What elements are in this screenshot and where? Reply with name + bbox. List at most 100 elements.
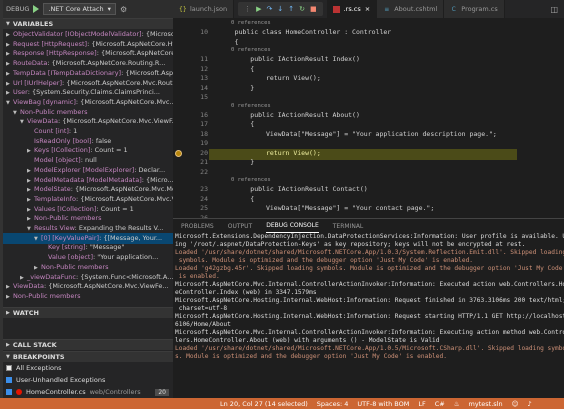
variable-name: ViewData (27, 117, 58, 126)
console-line: Microsoft.AspNetCore.Mvc.Internal.Contro… (175, 281, 564, 288)
call-stack-title: CALL STACK (12, 341, 57, 349)
line-number: 17 (200, 120, 208, 128)
tab-problems[interactable]: PROBLEMS (181, 219, 214, 233)
console-line: 6106/Home/About (175, 321, 231, 328)
line-number-badge: 20 (155, 388, 169, 396)
tab-program-cs[interactable]: C Program.cs (444, 0, 505, 18)
checkbox[interactable] (6, 365, 12, 371)
encoding[interactable]: UTF-8 with BOM (357, 400, 409, 408)
variable-name: Non-Public members (13, 291, 81, 300)
variable-name: ViewData (13, 282, 44, 291)
line-number: 25 (200, 204, 208, 212)
launch-config-select[interactable]: .NET Core Attach ▾ (43, 3, 116, 15)
indentation[interactable]: Spaces: 4 (317, 400, 349, 408)
variable-name: _viewDataFunc (27, 272, 76, 281)
code-line[interactable]: public IActionResult Index() (219, 55, 360, 63)
code-line[interactable]: public class HomeController : Controller (219, 28, 392, 36)
restart-icon[interactable]: ↻ (299, 5, 305, 13)
console-line: Loaded '/usr/share/dotnet/shared/Microso… (175, 345, 564, 352)
breakpoint-item[interactable]: User-Unhandled Exceptions (3, 374, 173, 386)
tab-output[interactable]: OUTPUT (228, 219, 252, 233)
variable-name: Results View (34, 224, 75, 232)
line-number: 10 (200, 28, 208, 36)
variable-name: User (13, 88, 28, 97)
code-line[interactable]: ViewData["Message"] = "Your contact page… (219, 204, 434, 212)
variable-name: Non-Public members (41, 262, 109, 271)
variable-name: Response [HttpResponse] (13, 49, 97, 58)
close-icon[interactable]: × (365, 5, 370, 13)
minimap[interactable] (519, 18, 564, 218)
codelens-references[interactable]: 0 references (231, 20, 271, 26)
drag-handle-icon[interactable]: ⋮ (244, 5, 251, 13)
code-line[interactable]: public IActionResult About() (219, 111, 360, 119)
checkbox[interactable] (6, 377, 12, 383)
solution-name[interactable]: mytest.sln (469, 400, 503, 408)
split-editor-icon[interactable]: ◫ (550, 5, 564, 14)
line-number: 24 (200, 194, 208, 203)
console-line: symbols. Module is optimized and the deb… (175, 257, 474, 264)
chevron-down-icon: ▼ (6, 354, 10, 360)
console-line: Microsoft.AspNetCore.Hosting.Internal.We… (175, 313, 564, 320)
smiley-icon[interactable]: ☺ (512, 400, 519, 408)
code-line[interactable]: } (219, 84, 254, 92)
code-line[interactable]: { (219, 120, 254, 128)
checkbox[interactable] (6, 389, 12, 395)
launch-config-value: .NET Core Attach (48, 5, 104, 13)
line-number: 20 (200, 148, 208, 157)
variable-name: Count [int] (34, 127, 69, 135)
gear-icon[interactable]: ⚙ (120, 5, 127, 14)
variable-value: : {Microsoft.AspNetCore.Http... (87, 39, 173, 48)
start-debugging-icon[interactable] (33, 5, 40, 13)
language-mode[interactable]: C# (435, 400, 445, 408)
call-stack-header[interactable]: ▶ CALL STACK (3, 339, 173, 350)
json-icon: {} (179, 5, 187, 13)
step-into-icon[interactable]: ↓ (277, 5, 283, 13)
code-line[interactable]: public IActionResult Contact() (219, 185, 367, 193)
breakpoint-item[interactable]: HomeController.cs web/Controllers 20 (3, 386, 173, 398)
code-line[interactable]: return View(); (219, 149, 321, 157)
breakpoints-header[interactable]: ▼ BREAKPOINTS (3, 351, 173, 362)
variable-name: ModelMetadata [ModelMetadata] (34, 175, 142, 184)
line-number: 23 (200, 185, 208, 193)
code-line[interactable]: { (219, 65, 254, 73)
breakpoint-label: HomeController.cs (26, 388, 86, 396)
variable-row[interactable]: ▶ Non-Public members (3, 291, 173, 303)
code-editor[interactable]: 0 references 10 public class HomeControll… (173, 18, 564, 218)
step-over-icon[interactable]: ↷ (266, 5, 272, 13)
variable-name: Non-Public members (20, 107, 88, 116)
codelens-references[interactable]: 0 references (231, 177, 271, 183)
code-line[interactable]: { (219, 195, 254, 203)
step-out-icon[interactable]: ↑ (288, 5, 294, 13)
codelens-references[interactable]: 0 references (231, 47, 271, 53)
watch-header[interactable]: ▶ WATCH (3, 307, 173, 318)
variables-header[interactable]: ▼ VARIABLES (3, 18, 173, 29)
tab-debug-console[interactable]: DEBUG CONSOLE (266, 219, 319, 233)
code-line[interactable]: { (219, 38, 239, 46)
code-line[interactable]: ViewData["Message"] = "Your application … (219, 130, 497, 138)
line-number: 16 (200, 110, 208, 119)
debug-controls: ⋮ ▶ ↷ ↓ ↑ ↻ ■ (238, 2, 323, 16)
tab-terminal[interactable]: TERMINAL (333, 219, 364, 233)
tab-about-cshtml[interactable]: ≡ About.cshtml (377, 0, 445, 18)
bell-icon[interactable]: ♪ (527, 400, 531, 408)
tab-label: Program.cs (461, 5, 498, 13)
console-line: lers.HomeController.About (web) with arg… (175, 337, 440, 344)
console-line: s. Module is optimized and the debugger … (175, 353, 447, 360)
code-line[interactable]: return View(); (219, 74, 321, 82)
stop-icon[interactable]: ■ (310, 5, 317, 13)
breakpoint-item[interactable]: All Exceptions (3, 362, 173, 374)
tab-homecontroller[interactable]: .rs.cs × (326, 0, 378, 18)
breakpoint-label: User-Unhandled Exceptions (16, 376, 106, 384)
continue-icon[interactable]: ▶ (256, 5, 261, 13)
line-number: 22 (200, 167, 208, 176)
code-line[interactable]: } (219, 158, 254, 166)
cursor-position[interactable]: Ln 20, Col 27 (14 selected) (220, 400, 308, 408)
line-number: 21 (200, 158, 208, 166)
variables-tree: ▶ ObjectValidator [IObjectModelValidator]… (3, 29, 173, 307)
line-ending[interactable]: LF (418, 400, 425, 408)
tab-launch-json[interactable]: {} launch.json (173, 0, 235, 18)
variable-name: Request [HttpRequest] (13, 39, 88, 48)
codelens-references[interactable]: 0 references (231, 103, 271, 109)
breakpoint-current-icon[interactable] (175, 149, 182, 157)
variable-name: Non-Public members (34, 214, 102, 223)
